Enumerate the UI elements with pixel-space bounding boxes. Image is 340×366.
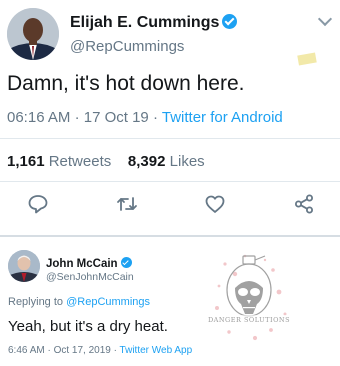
reply-icon[interactable] xyxy=(26,192,52,218)
likes-stat[interactable]: 8,392 Likes xyxy=(128,153,205,170)
author-name-text: Elijah E. Cummings xyxy=(70,14,220,31)
divider xyxy=(0,181,340,182)
verified-badge-icon xyxy=(222,14,238,29)
reply-text: Yeah, but it's a dry heat. xyxy=(8,318,168,335)
tweet-meta: 06:16 AM · 17 Oct 19 · Twitter for Andro… xyxy=(7,109,283,126)
retweet-icon[interactable] xyxy=(115,192,141,218)
watermark-logo: DANGER SOLUTIONS xyxy=(205,252,293,348)
retweets-count: 1,161 xyxy=(7,153,45,170)
avatar[interactable] xyxy=(7,8,59,60)
sticker-decoration xyxy=(297,52,317,66)
divider xyxy=(0,138,340,139)
likes-label: Likes xyxy=(169,153,205,170)
retweets-stat[interactable]: 1,161 Retweets xyxy=(7,153,111,170)
share-icon[interactable] xyxy=(292,192,318,218)
author-name[interactable]: Elijah E. Cummings xyxy=(70,14,238,32)
divider xyxy=(0,235,340,237)
verified-badge-icon xyxy=(120,257,132,268)
reply-author-handle[interactable]: @SenJohnMcCain xyxy=(46,271,134,283)
likes-count: 8,392 xyxy=(127,153,166,170)
reply-author-name-text: John McCain xyxy=(46,258,118,270)
meta-separator: · xyxy=(152,109,158,126)
like-icon[interactable] xyxy=(203,192,229,218)
reply-meta: 6:46 AM · Oct 17, 2019 · Twitter Web App xyxy=(8,345,192,356)
meta-separator: · xyxy=(74,109,80,126)
chevron-down-icon[interactable] xyxy=(317,11,333,27)
action-bar xyxy=(0,192,340,222)
retweets-label: Retweets xyxy=(48,153,112,170)
reply-timestamp[interactable]: 6:46 AM · Oct 17, 2019 · xyxy=(8,345,120,356)
tweet-time[interactable]: 06:16 AM xyxy=(7,109,70,126)
tweet-text: Damn, it's hot down here. xyxy=(7,72,245,95)
tweet-source-link[interactable]: Twitter for Android xyxy=(162,109,283,126)
engagement-stats: 1,161 Retweets 8,392 Likes xyxy=(7,153,205,170)
tweet-date[interactable]: 17 Oct 19 xyxy=(84,109,149,126)
main-tweet: Elijah E. Cummings @RepCummings Damn, it… xyxy=(0,0,340,237)
mention-link[interactable]: @RepCummings xyxy=(66,296,150,308)
replying-prefix: Replying to xyxy=(8,296,64,308)
author-handle[interactable]: @RepCummings xyxy=(70,38,184,55)
reply-source-link[interactable]: Twitter Web App xyxy=(120,345,193,356)
watermark-text: DANGER SOLUTIONS xyxy=(207,316,291,324)
replying-to: Replying to @RepCummings xyxy=(8,296,150,308)
reply-tweet: John McCain @SenJohnMcCain DANGER SOLUTI… xyxy=(0,238,340,366)
reply-author-name[interactable]: John McCain xyxy=(46,257,132,270)
avatar[interactable] xyxy=(8,250,40,282)
